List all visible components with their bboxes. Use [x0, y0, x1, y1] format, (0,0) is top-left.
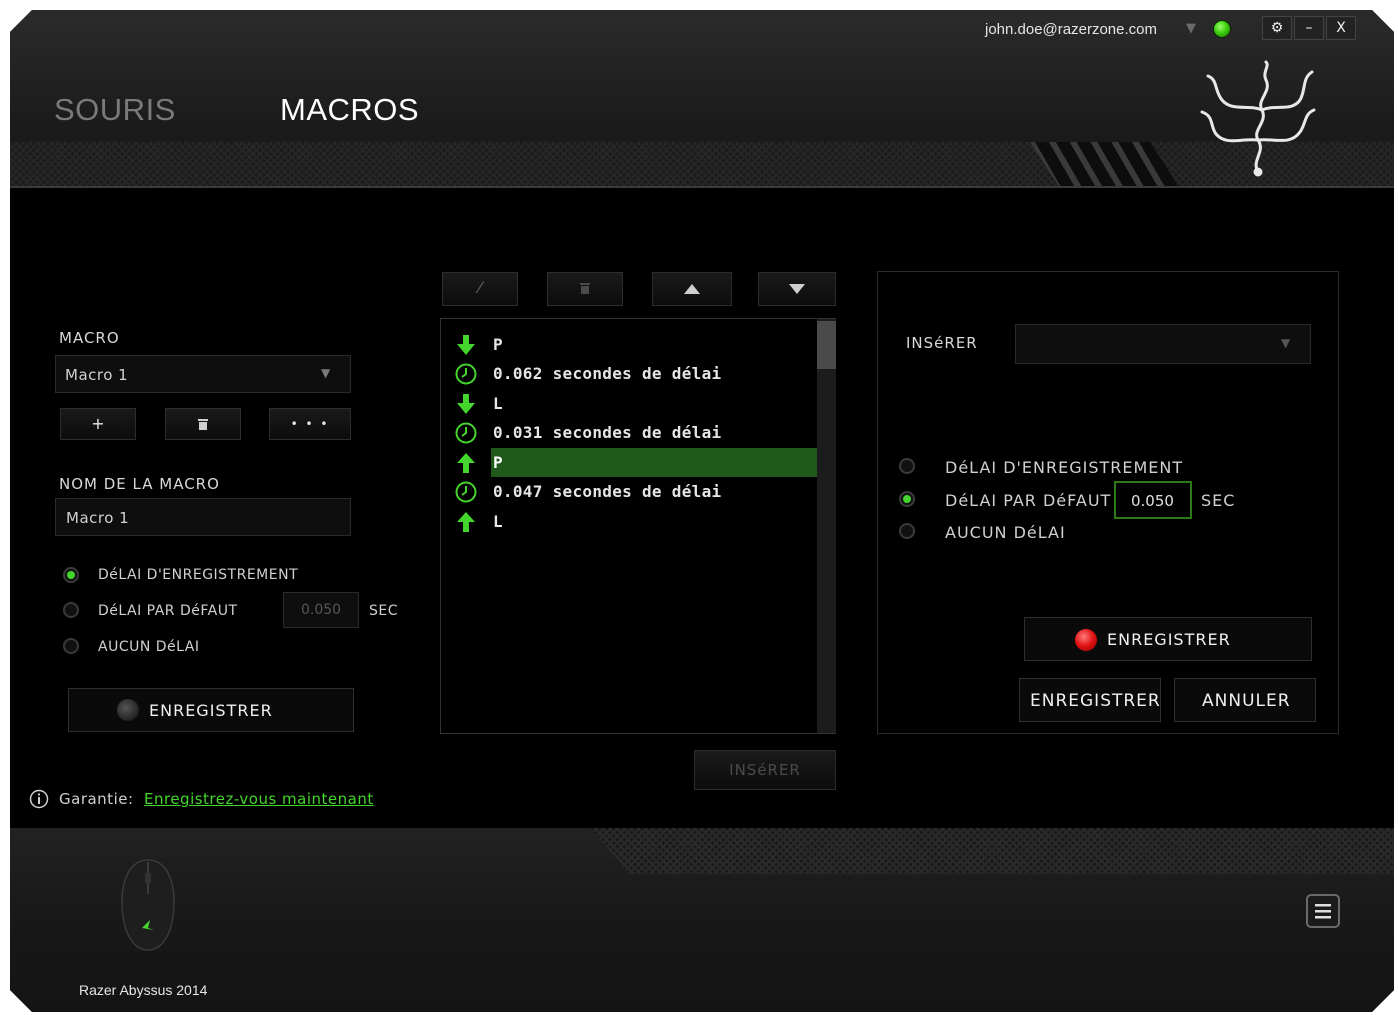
chevron-down-icon: ▼ [321, 366, 331, 380]
radio-default-delay[interactable] [899, 491, 915, 507]
radio-no-delay-label: AUCUN DéLAI [98, 639, 200, 655]
record-icon [117, 699, 139, 721]
mouse-device-icon[interactable] [118, 858, 178, 954]
save-button-label: ENREGISTRER [1030, 691, 1161, 711]
account-email[interactable]: john.doe@razerzone.com [985, 21, 1157, 38]
clock-icon [455, 481, 477, 503]
macro-steps-list[interactable]: P 0.062 secondes de délai L 0.031 second… [440, 318, 836, 734]
insert-type-select[interactable]: ▼ [1015, 324, 1311, 364]
list-item-text: 0.062 secondes de délai [493, 364, 722, 383]
macro-name-value: Macro 1 [66, 509, 130, 527]
macro-name-label: NOM DE LA MACRO [59, 475, 220, 493]
insert-step-button[interactable]: INSéRER [694, 750, 836, 790]
key-down-arrow-icon [457, 335, 475, 355]
list-item[interactable]: P [441, 330, 817, 359]
trash-icon [198, 419, 208, 430]
razer-logo-icon [1200, 60, 1316, 177]
insert-label: INSéRER [906, 334, 978, 352]
move-up-button[interactable] [652, 272, 732, 306]
list-scrollbar[interactable] [817, 319, 836, 733]
macro-name-input[interactable]: Macro 1 [55, 498, 351, 536]
key-up-arrow-icon [457, 453, 475, 473]
list-item-text: 0.047 secondes de délai [493, 482, 722, 501]
edit-button[interactable]: ⁄ [442, 272, 518, 306]
hamburger-menu-icon [1315, 904, 1331, 919]
arrow-up-icon [684, 284, 700, 294]
scrollbar-thumb[interactable] [817, 321, 836, 369]
clock-icon [455, 422, 477, 444]
device-name: Razer Abyssus 2014 [79, 982, 208, 998]
radio-default-delay[interactable] [63, 602, 79, 618]
footer-texture-band [590, 828, 1394, 874]
radio-record-delay-label: DéLAI D'ENREGISTREMENT [945, 458, 1184, 477]
list-item-text: P [493, 335, 503, 354]
tab-souris[interactable]: SOURIS [54, 92, 176, 128]
key-down-arrow-icon [457, 394, 475, 414]
add-macro-button[interactable]: + [60, 408, 136, 440]
more-options-button[interactable]: • • • [269, 408, 351, 440]
default-delay-input[interactable]: 0.050 [283, 592, 359, 628]
sec-label: SEC [369, 603, 399, 619]
default-delay-value: 0.050 [1131, 492, 1174, 510]
close-button[interactable]: X [1326, 16, 1356, 40]
key-up-arrow-icon [457, 512, 475, 532]
chevron-down-icon: ▼ [1281, 336, 1291, 350]
radio-default-delay-label: DéLAI PAR DéFAUT [98, 603, 238, 619]
macro-select[interactable]: Macro 1 ▼ [55, 355, 351, 393]
list-item[interactable]: 0.047 secondes de délai [441, 477, 817, 506]
delete-step-button[interactable] [547, 272, 623, 306]
cancel-button-label: ANNULER [1202, 691, 1291, 711]
account-dropdown-icon[interactable]: ▼ [1186, 21, 1196, 36]
pencil-icon: ⁄ [478, 278, 482, 297]
menu-button[interactable] [1306, 894, 1340, 928]
list-item-text: P [493, 453, 503, 472]
list-item-text: L [493, 394, 503, 413]
clock-icon [455, 363, 477, 385]
radio-no-delay[interactable] [63, 638, 79, 654]
list-item-text: 0.031 secondes de délai [493, 423, 722, 442]
default-delay-input[interactable]: 0.050 [1114, 481, 1192, 519]
delete-macro-button[interactable] [165, 408, 241, 440]
sec-label: SEC [1201, 491, 1236, 510]
record-button[interactable]: ENREGISTRER [68, 688, 354, 732]
tab-macros[interactable]: MACROS [280, 92, 419, 128]
radio-record-delay[interactable] [63, 567, 79, 583]
minimize-button[interactable]: – [1294, 16, 1324, 40]
selection-highlight [491, 448, 817, 477]
insert-panel: INSéRER ▼ DéLAI D'ENREGISTREMENT DéLAI P… [877, 271, 1339, 734]
record-insert-button[interactable]: ENREGISTRER [1024, 617, 1312, 661]
save-button[interactable]: ENREGISTRER [1019, 678, 1161, 722]
radio-default-delay-label: DéLAI PAR DéFAUT [945, 491, 1112, 510]
list-item[interactable]: L [441, 507, 817, 536]
record-button-label: ENREGISTRER [149, 701, 273, 720]
arrow-down-icon [789, 284, 805, 294]
list-item-selected[interactable]: P [441, 448, 817, 477]
info-icon [29, 789, 49, 809]
app-window: john.doe@razerzone.com ▼ ⚙ – X SOURIS MA… [10, 10, 1394, 1012]
warranty-register-link[interactable]: Enregistrez-vous maintenant [144, 790, 374, 808]
list-item-text: L [493, 512, 503, 531]
header-divider [10, 186, 1394, 188]
record-insert-button-label: ENREGISTRER [1107, 630, 1231, 649]
radio-record-delay[interactable] [899, 458, 915, 474]
move-down-button[interactable] [758, 272, 836, 306]
default-delay-value: 0.050 [301, 602, 342, 618]
header-texture-band [10, 142, 1394, 188]
radio-record-delay-label: DéLAI D'ENREGISTREMENT [98, 567, 299, 583]
radio-no-delay[interactable] [899, 523, 915, 539]
trash-icon [580, 283, 590, 294]
macro-select-value: Macro 1 [65, 366, 129, 384]
list-item[interactable]: 0.031 secondes de délai [441, 418, 817, 447]
cancel-button[interactable]: ANNULER [1174, 678, 1316, 722]
macro-label: MACRO [59, 329, 120, 347]
warranty-label: Garantie: [59, 790, 134, 808]
radio-no-delay-label: AUCUN DéLAI [945, 523, 1066, 542]
record-icon [1075, 629, 1097, 651]
online-status-icon [1213, 20, 1231, 38]
list-item[interactable]: 0.062 secondes de délai [441, 359, 817, 388]
list-item[interactable]: L [441, 389, 817, 418]
settings-button[interactable]: ⚙ [1262, 16, 1292, 40]
